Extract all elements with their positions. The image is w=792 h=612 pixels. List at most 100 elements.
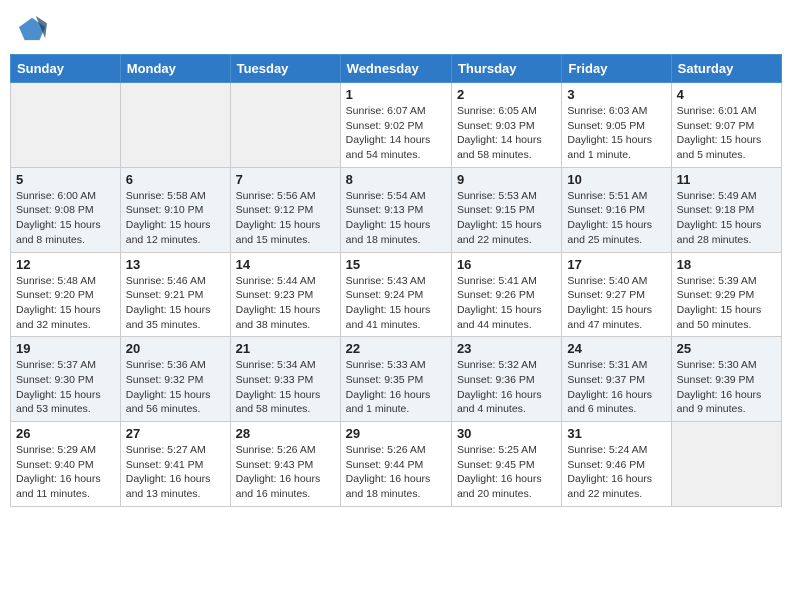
page-header — [10, 10, 782, 46]
day-info: Sunrise: 5:31 AM Sunset: 9:37 PM Dayligh… — [567, 358, 665, 417]
day-number: 15 — [346, 257, 446, 272]
calendar-cell: 19 Sunrise: 5:37 AM Sunset: 9:30 PM Dayli… — [11, 337, 121, 422]
calendar-cell: 26Sunrise: 5:29 AM Sunset: 9:40 PM Dayli… — [11, 422, 121, 507]
day-number: 18 — [677, 257, 776, 272]
calendar-cell — [120, 83, 230, 168]
day-info: Sunrise: 5:24 AM Sunset: 9:46 PM Dayligh… — [567, 443, 665, 502]
day-number: 22 — [346, 341, 446, 356]
day-info: Sunrise: 5:26 AM Sunset: 9:43 PM Dayligh… — [236, 443, 335, 502]
calendar-cell: 15 Sunrise: 5:43 AM Sunset: 9:24 PM Dayli… — [340, 252, 451, 337]
calendar-cell: 22 Sunrise: 5:33 AM Sunset: 9:35 PM Dayli… — [340, 337, 451, 422]
day-number: 29 — [346, 426, 446, 441]
day-info: Sunrise: 6:05 AM Sunset: 9:03 PM Dayligh… — [457, 104, 556, 163]
day-info: Sunrise: 5:49 AM Sunset: 9:18 PM Dayligh… — [677, 189, 776, 248]
day-number: 7 — [236, 172, 335, 187]
weekday-header: Monday — [120, 55, 230, 83]
calendar-cell: 11 Sunrise: 5:49 AM Sunset: 9:18 PM Dayli… — [671, 167, 781, 252]
day-number: 19 — [16, 341, 115, 356]
day-info: Sunrise: 5:26 AM Sunset: 9:44 PM Dayligh… — [346, 443, 446, 502]
calendar-cell: 3 Sunrise: 6:03 AM Sunset: 9:05 PM Daylig… — [562, 83, 671, 168]
logo — [16, 14, 47, 42]
calendar-cell: 29 Sunrise: 5:26 AM Sunset: 9:44 PM Dayli… — [340, 422, 451, 507]
weekday-header: Tuesday — [230, 55, 340, 83]
calendar-cell: 23 Sunrise: 5:32 AM Sunset: 9:36 PM Dayli… — [451, 337, 561, 422]
day-number: 12 — [16, 257, 115, 272]
day-info: Sunrise: 5:27 AM Sunset: 9:41 PM Dayligh… — [126, 443, 225, 502]
calendar-cell: 31 Sunrise: 5:24 AM Sunset: 9:46 PM Dayli… — [562, 422, 671, 507]
day-number: 24 — [567, 341, 665, 356]
day-info: Sunrise: 6:07 AM Sunset: 9:02 PM Dayligh… — [346, 104, 446, 163]
calendar-cell: 24 Sunrise: 5:31 AM Sunset: 9:37 PM Dayli… — [562, 337, 671, 422]
day-info: Sunrise: 5:53 AM Sunset: 9:15 PM Dayligh… — [457, 189, 556, 248]
day-number: 21 — [236, 341, 335, 356]
calendar-cell: 25 Sunrise: 5:30 AM Sunset: 9:39 PM Dayli… — [671, 337, 781, 422]
day-number: 3 — [567, 87, 665, 102]
day-number: 17 — [567, 257, 665, 272]
calendar-cell: 12 Sunrise: 5:48 AM Sunset: 9:20 PM Dayli… — [11, 252, 121, 337]
day-info: Sunrise: 5:54 AM Sunset: 9:13 PM Dayligh… — [346, 189, 446, 248]
calendar-cell: 7 Sunrise: 5:56 AM Sunset: 9:12 PM Daylig… — [230, 167, 340, 252]
day-info: Sunrise: 5:51 AM Sunset: 9:16 PM Dayligh… — [567, 189, 665, 248]
day-number: 27 — [126, 426, 225, 441]
day-info: Sunrise: 5:46 AM Sunset: 9:21 PM Dayligh… — [126, 274, 225, 333]
day-info: Sunrise: 5:30 AM Sunset: 9:39 PM Dayligh… — [677, 358, 776, 417]
day-info: Sunrise: 5:44 AM Sunset: 9:23 PM Dayligh… — [236, 274, 335, 333]
calendar-week-row: 1 Sunrise: 6:07 AM Sunset: 9:02 PM Daylig… — [11, 83, 782, 168]
calendar-cell: 28 Sunrise: 5:26 AM Sunset: 9:43 PM Dayli… — [230, 422, 340, 507]
calendar-cell: 5 Sunrise: 6:00 AM Sunset: 9:08 PM Daylig… — [11, 167, 121, 252]
weekday-header: Wednesday — [340, 55, 451, 83]
calendar-cell: 14 Sunrise: 5:44 AM Sunset: 9:23 PM Dayli… — [230, 252, 340, 337]
day-info: Sunrise: 5:37 AM Sunset: 9:30 PM Dayligh… — [16, 358, 115, 417]
day-info: Sunrise: 5:41 AM Sunset: 9:26 PM Dayligh… — [457, 274, 556, 333]
day-number: 28 — [236, 426, 335, 441]
day-info: Sunrise: 5:34 AM Sunset: 9:33 PM Dayligh… — [236, 358, 335, 417]
day-number: 4 — [677, 87, 776, 102]
day-info: Sunrise: 5:32 AM Sunset: 9:36 PM Dayligh… — [457, 358, 556, 417]
calendar-cell: 2 Sunrise: 6:05 AM Sunset: 9:03 PM Daylig… — [451, 83, 561, 168]
weekday-header: Friday — [562, 55, 671, 83]
calendar-cell: 17 Sunrise: 5:40 AM Sunset: 9:27 PM Dayli… — [562, 252, 671, 337]
weekday-header: Saturday — [671, 55, 781, 83]
day-info: Sunrise: 5:43 AM Sunset: 9:24 PM Dayligh… — [346, 274, 446, 333]
day-number: 25 — [677, 341, 776, 356]
day-number: 20 — [126, 341, 225, 356]
day-number: 14 — [236, 257, 335, 272]
calendar-table: SundayMondayTuesdayWednesdayThursdayFrid… — [10, 54, 782, 507]
calendar-header-row: SundayMondayTuesdayWednesdayThursdayFrid… — [11, 55, 782, 83]
day-info: Sunrise: 5:33 AM Sunset: 9:35 PM Dayligh… — [346, 358, 446, 417]
day-number: 8 — [346, 172, 446, 187]
day-info: Sunrise: 5:56 AM Sunset: 9:12 PM Dayligh… — [236, 189, 335, 248]
day-info: Sunrise: 5:40 AM Sunset: 9:27 PM Dayligh… — [567, 274, 665, 333]
weekday-header: Sunday — [11, 55, 121, 83]
calendar-cell: 4Sunrise: 6:01 AM Sunset: 9:07 PM Daylig… — [671, 83, 781, 168]
calendar-cell: 27 Sunrise: 5:27 AM Sunset: 9:41 PM Dayli… — [120, 422, 230, 507]
calendar-cell — [671, 422, 781, 507]
day-number: 10 — [567, 172, 665, 187]
day-number: 11 — [677, 172, 776, 187]
day-info: Sunrise: 5:48 AM Sunset: 9:20 PM Dayligh… — [16, 274, 115, 333]
day-info: Sunrise: 5:36 AM Sunset: 9:32 PM Dayligh… — [126, 358, 225, 417]
day-info: Sunrise: 6:03 AM Sunset: 9:05 PM Dayligh… — [567, 104, 665, 163]
calendar-cell: 16Sunrise: 5:41 AM Sunset: 9:26 PM Dayli… — [451, 252, 561, 337]
day-info: Sunrise: 5:29 AM Sunset: 9:40 PM Dayligh… — [16, 443, 115, 502]
day-number: 6 — [126, 172, 225, 187]
day-number: 5 — [16, 172, 115, 187]
logo-icon — [19, 14, 47, 42]
day-number: 2 — [457, 87, 556, 102]
calendar-week-row: 12 Sunrise: 5:48 AM Sunset: 9:20 PM Dayli… — [11, 252, 782, 337]
calendar-cell — [230, 83, 340, 168]
calendar-cell: 9Sunrise: 5:53 AM Sunset: 9:15 PM Daylig… — [451, 167, 561, 252]
day-number: 30 — [457, 426, 556, 441]
calendar-cell — [11, 83, 121, 168]
day-info: Sunrise: 6:00 AM Sunset: 9:08 PM Dayligh… — [16, 189, 115, 248]
calendar-cell: 21 Sunrise: 5:34 AM Sunset: 9:33 PM Dayli… — [230, 337, 340, 422]
calendar-cell: 10 Sunrise: 5:51 AM Sunset: 9:16 PM Dayli… — [562, 167, 671, 252]
day-number: 1 — [346, 87, 446, 102]
calendar-cell: 18Sunrise: 5:39 AM Sunset: 9:29 PM Dayli… — [671, 252, 781, 337]
day-info: Sunrise: 5:58 AM Sunset: 9:10 PM Dayligh… — [126, 189, 225, 248]
day-number: 31 — [567, 426, 665, 441]
calendar-week-row: 19 Sunrise: 5:37 AM Sunset: 9:30 PM Dayli… — [11, 337, 782, 422]
day-number: 23 — [457, 341, 556, 356]
calendar-cell: 13 Sunrise: 5:46 AM Sunset: 9:21 PM Dayli… — [120, 252, 230, 337]
day-number: 13 — [126, 257, 225, 272]
